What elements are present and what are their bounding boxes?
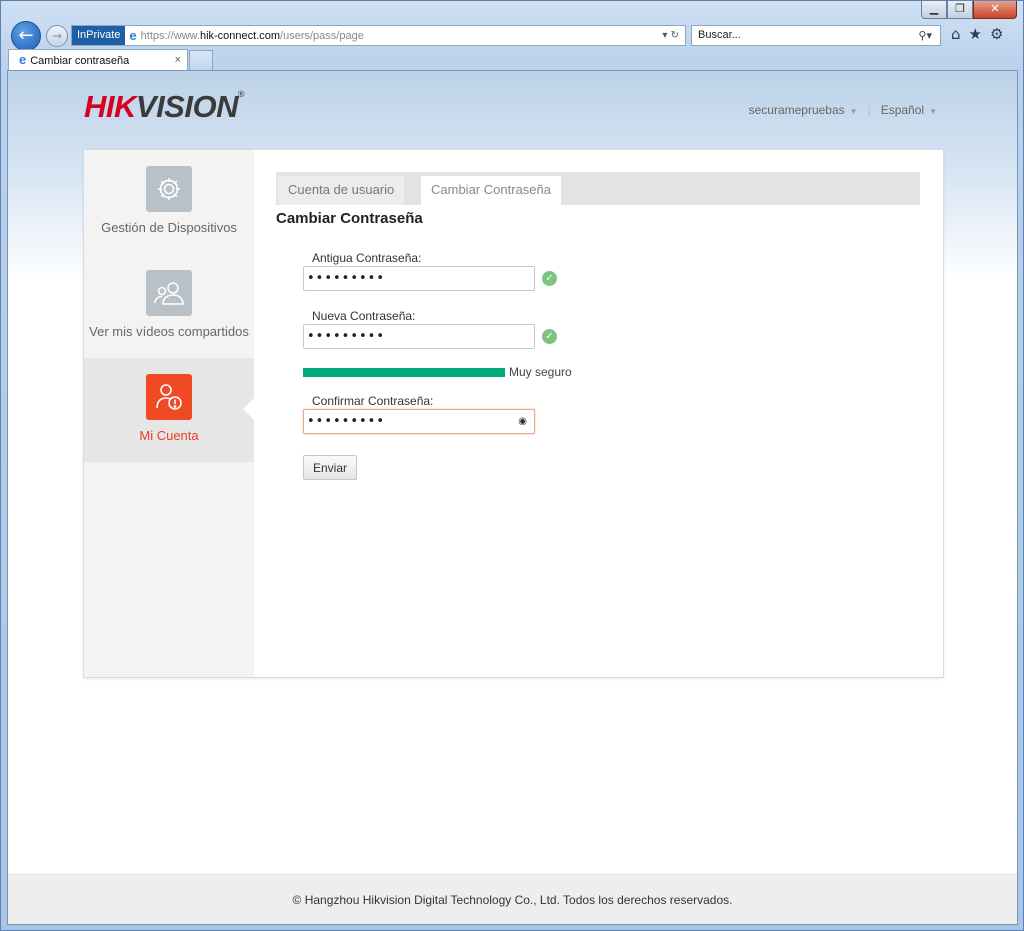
refresh-icon[interactable]: ▾ ↻ <box>662 30 685 41</box>
old-password-label: Antigua Contraseña: <box>312 251 422 265</box>
tab-close-icon[interactable]: × <box>175 50 181 70</box>
account-alert-icon <box>146 374 192 420</box>
header-divider: | <box>867 103 871 117</box>
sidebar-item-my-account[interactable]: Mi Cuenta <box>84 358 254 462</box>
sidebar-item-devices[interactable]: Gestión de Dispositivos <box>84 150 254 254</box>
arrow-left-icon: ← <box>18 25 34 46</box>
favorites-star-icon[interactable]: ★ <box>969 25 982 43</box>
ie-tab-icon: e <box>19 52 27 67</box>
sidebar-item-label: Gestión de Dispositivos <box>101 220 237 235</box>
maximize-button[interactable]: ❐ <box>947 1 973 19</box>
chevron-down-icon: ▼ <box>849 107 858 116</box>
new-password-label: Nueva Contraseña: <box>312 309 416 323</box>
active-pointer <box>243 398 254 420</box>
address-bar[interactable]: InPrivate e https://www.hik-connect.com/… <box>71 25 686 46</box>
password-strength-label: Muy seguro <box>509 365 572 379</box>
sidebar-item-shared-videos[interactable]: Ver mis vídeos compartidos <box>84 254 254 358</box>
tab-change-password[interactable]: Cambiar Contraseña <box>421 176 561 205</box>
confirm-password-value: ••••••••• <box>307 414 386 429</box>
new-password-input[interactable]: ••••••••• <box>303 324 535 349</box>
submit-button[interactable]: Enviar <box>303 455 357 480</box>
address-url[interactable]: https://www.hik-connect.com/users/pass/p… <box>141 30 663 42</box>
inprivate-badge[interactable]: InPrivate <box>72 26 126 45</box>
old-password-input[interactable]: ••••••••• <box>303 266 535 291</box>
tab-bar: Cuenta de usuario Cambiar Contraseña <box>276 172 920 205</box>
confirm-password-input[interactable]: ••••••••• ◉ <box>303 409 535 434</box>
user-menu[interactable]: securamepruebas ▼ <box>749 103 858 117</box>
users-icon <box>146 270 192 316</box>
sidebar: Gestión de Dispositivos Ver mis vídeos c… <box>84 150 254 677</box>
sidebar-item-label: Ver mis vídeos compartidos <box>89 324 249 339</box>
browser-window: ▁ ❐ ✕ ← → InPrivate e https://www.hik-co… <box>0 0 1024 931</box>
header-user-menu: securamepruebas ▼ | Español ▼ <box>749 103 937 117</box>
check-icon: ✓ <box>542 329 557 344</box>
ie-page-icon: e <box>129 28 137 43</box>
tab-title: Cambiar contraseña <box>30 55 130 67</box>
settings-gear-icon[interactable]: ⚙ <box>990 25 1003 43</box>
language-menu[interactable]: Español ▼ <box>881 103 937 117</box>
back-button[interactable]: ← <box>11 21 41 51</box>
check-icon: ✓ <box>542 271 557 286</box>
hikvision-logo[interactable]: HIKVISION® <box>84 89 245 125</box>
gear-icon <box>146 166 192 212</box>
search-placeholder: Buscar... <box>698 29 741 41</box>
password-strength-bar <box>303 368 505 377</box>
copyright-text: © Hangzhou Hikvision Digital Technology … <box>292 893 733 907</box>
sidebar-item-label: Mi Cuenta <box>139 428 199 443</box>
forward-button[interactable]: → <box>46 25 68 47</box>
footer: © Hangzhou Hikvision Digital Technology … <box>8 874 1017 924</box>
home-icon[interactable]: ⌂ <box>951 25 961 43</box>
content-area: Cuenta de usuario Cambiar Contraseña Cam… <box>276 150 943 677</box>
search-icon[interactable]: ⚲▾ <box>918 26 932 45</box>
search-input[interactable]: Buscar... ⚲▾ <box>691 25 941 46</box>
chevron-down-icon: ▼ <box>929 107 937 116</box>
window-caption-buttons: ▁ ❐ ✕ <box>921 1 1017 19</box>
minimize-button[interactable]: ▁ <box>921 1 947 19</box>
page-viewport: HIKVISION® securamepruebas ▼ | Español ▼ G… <box>7 70 1018 925</box>
tab-user-account[interactable]: Cuenta de usuario <box>278 176 405 205</box>
browser-tab[interactable]: e Cambiar contraseña × <box>8 49 188 70</box>
new-tab-button[interactable] <box>189 50 213 70</box>
browser-toolbar: ⌂ ★ ⚙ <box>951 25 1003 43</box>
page-title: Cambiar Contraseña <box>276 210 423 227</box>
close-window-button[interactable]: ✕ <box>973 1 1017 19</box>
eye-icon[interactable]: ◉ <box>518 410 527 433</box>
main-card: Gestión de Dispositivos Ver mis vídeos c… <box>83 149 944 678</box>
arrow-right-icon: → <box>51 29 63 43</box>
confirm-password-label: Confirmar Contraseña: <box>312 394 434 408</box>
